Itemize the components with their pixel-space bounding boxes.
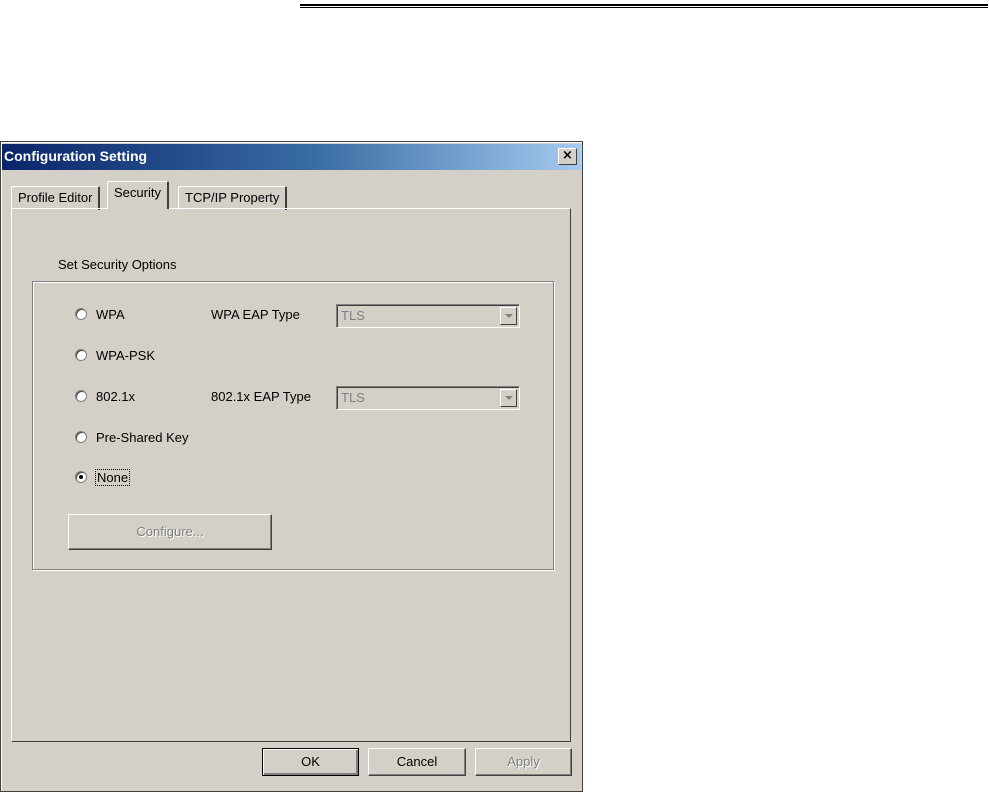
ok-button[interactable]: OK [262, 748, 359, 776]
tab-label: Security [114, 185, 161, 200]
tab-tcpip-property[interactable]: TCP/IP Property [178, 186, 288, 210]
window-title: Configuration Setting [4, 148, 148, 164]
configuration-dialog: Configuration Setting × Profile Editor S… [0, 141, 583, 792]
document-header-rule [300, 4, 988, 8]
close-icon: × [562, 148, 573, 163]
tab-security[interactable]: Security [107, 181, 169, 209]
title-bar[interactable]: Configuration Setting × [2, 144, 581, 170]
tab-label: Profile Editor [18, 190, 93, 205]
cancel-button[interactable]: Cancel [368, 748, 466, 776]
tab-profile-editor[interactable]: Profile Editor [11, 186, 101, 210]
close-button[interactable]: × [558, 148, 577, 165]
tab-label: TCP/IP Property [185, 190, 280, 205]
security-tab-panel [11, 208, 571, 742]
apply-button[interactable]: Apply [475, 748, 572, 776]
